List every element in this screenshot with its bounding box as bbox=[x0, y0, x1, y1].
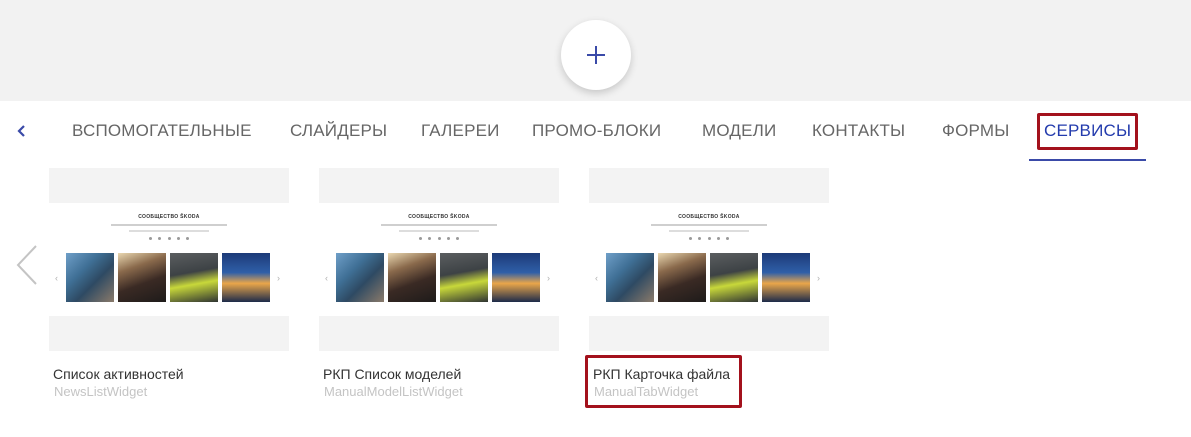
chevron-left-icon bbox=[17, 125, 25, 137]
thumbnail-social-icons bbox=[689, 237, 729, 241]
widget-card[interactable]: СООБЩЕСТВО ŠKODA ‹ › Список активностей … bbox=[49, 168, 289, 401]
widget-card[interactable]: СООБЩЕСТВО ŠKODA ‹ › РКП Список моделей … bbox=[319, 168, 559, 401]
thumbnail-social-icons bbox=[149, 237, 189, 241]
thumbnail-image bbox=[606, 253, 654, 302]
thumbnail-text-line bbox=[399, 230, 479, 232]
thumbnail-text-line bbox=[381, 224, 497, 226]
thumbnail-social-icons bbox=[419, 237, 459, 241]
widget-title: Список активностей bbox=[53, 366, 184, 382]
chevron-left-icon bbox=[16, 245, 37, 285]
thumbnail-text-line bbox=[111, 224, 227, 226]
widget-thumbnail[interactable]: СООБЩЕСТВО ŠKODA ‹ › bbox=[589, 168, 829, 351]
widget-thumbnail[interactable]: СООБЩЕСТВО ŠKODA ‹ › bbox=[49, 168, 289, 351]
thumbnail-arrow-right-icon: › bbox=[277, 273, 280, 283]
thumbnail-preview: СООБЩЕСТВО ŠKODA ‹ › bbox=[589, 203, 829, 316]
thumbnail-image bbox=[222, 253, 270, 302]
tab-services[interactable]: СЕРВИСЫ bbox=[1044, 121, 1131, 143]
tab-contacts[interactable]: КОНТАКТЫ bbox=[812, 121, 905, 143]
thumbnail-image bbox=[492, 253, 540, 302]
tab-forms[interactable]: ФОРМЫ bbox=[942, 121, 1010, 143]
thumbnail-image bbox=[170, 253, 218, 302]
thumbnail-preview: СООБЩЕСТВО ŠKODA ‹ › bbox=[49, 203, 289, 316]
widget-class-name: NewsListWidget bbox=[54, 384, 148, 399]
thumbnail-text-line bbox=[669, 230, 749, 232]
thumbnail-image bbox=[388, 253, 436, 302]
thumbnail-title: СООБЩЕСТВО ŠKODA bbox=[408, 214, 470, 220]
widget-title: РКП Список моделей bbox=[323, 366, 462, 382]
widget-class-name: ManualModelListWidget bbox=[324, 384, 463, 399]
widget-class-name: ManualTabWidget bbox=[594, 384, 699, 399]
plus-icon bbox=[587, 46, 605, 64]
thumbnail-image bbox=[710, 253, 758, 302]
tab-galleries[interactable]: ГАЛЕРЕИ bbox=[421, 121, 500, 143]
thumbnail-arrow-left-icon: ‹ bbox=[55, 273, 58, 283]
active-tab-underline bbox=[1029, 159, 1146, 161]
category-tabs: ВСПОМОГАТЕЛЬНЫЕ СЛАЙДЕРЫ ГАЛЕРЕИ ПРОМО-Б… bbox=[0, 101, 1191, 163]
thumbnail-image bbox=[762, 253, 810, 302]
tab-models[interactable]: МОДЕЛИ bbox=[702, 121, 776, 143]
thumbnail-title: СООБЩЕСТВО ŠKODA bbox=[678, 214, 740, 220]
widget-card[interactable]: СООБЩЕСТВО ŠKODA ‹ › РКП Карточка файла … bbox=[589, 168, 829, 401]
thumbnail-arrow-left-icon: ‹ bbox=[595, 273, 598, 283]
thumbnail-arrow-right-icon: › bbox=[547, 273, 550, 283]
tab-sliders[interactable]: СЛАЙДЕРЫ bbox=[290, 121, 387, 143]
thumbnail-image bbox=[440, 253, 488, 302]
thumbnail-image bbox=[118, 253, 166, 302]
top-band bbox=[0, 0, 1191, 101]
tabs-prev-button[interactable] bbox=[12, 119, 32, 143]
add-block-button[interactable] bbox=[561, 20, 631, 90]
thumbnail-text-line bbox=[651, 224, 767, 226]
widget-thumbnail[interactable]: СООБЩЕСТВО ŠKODA ‹ › bbox=[319, 168, 559, 351]
thumbnail-arrow-right-icon: › bbox=[817, 273, 820, 283]
thumbnail-preview: СООБЩЕСТВО ŠKODA ‹ › bbox=[319, 203, 559, 316]
tab-promo-blocks[interactable]: ПРОМО-БЛОКИ bbox=[532, 121, 661, 143]
thumbnail-image bbox=[658, 253, 706, 302]
thumbnail-text-line bbox=[129, 230, 209, 232]
thumbnail-image bbox=[66, 253, 114, 302]
tab-auxiliary[interactable]: ВСПОМОГАТЕЛЬНЫЕ bbox=[72, 121, 252, 143]
cards-prev-button[interactable] bbox=[14, 244, 40, 286]
widget-title: РКП Карточка файла bbox=[593, 366, 731, 382]
thumbnail-title: СООБЩЕСТВО ŠKODA bbox=[138, 214, 200, 220]
thumbnail-image bbox=[336, 253, 384, 302]
thumbnail-arrow-left-icon: ‹ bbox=[325, 273, 328, 283]
